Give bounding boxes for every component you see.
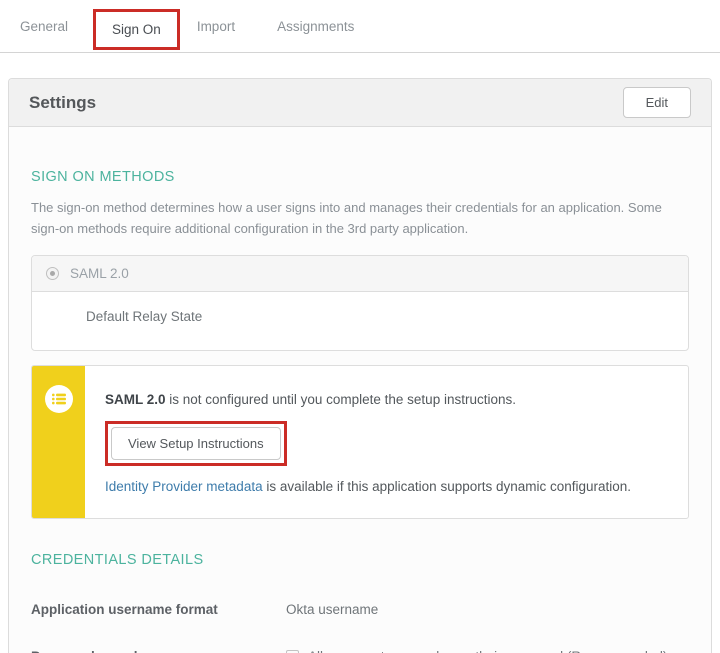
- password-reveal-row: Password reveal Allow users to securely …: [31, 649, 689, 653]
- page-title: Settings: [29, 92, 97, 112]
- saml-radio-label: SAML 2.0: [70, 266, 129, 281]
- view-setup-instructions-button[interactable]: View Setup Instructions: [111, 427, 281, 460]
- credentials-details-heading: CREDENTIALS DETAILS: [31, 552, 204, 568]
- identity-provider-metadata-link[interactable]: Identity Provider metadata: [105, 479, 263, 494]
- tab-sign-on[interactable]: Sign On: [93, 8, 180, 50]
- application-username-format-row: Application username format Okta usernam…: [31, 602, 689, 617]
- password-reveal-label: Password reveal: [31, 649, 286, 653]
- settings-panel-header: Settings Edit: [9, 79, 711, 127]
- saml-option-body: Default Relay State: [32, 292, 688, 350]
- settings-panel: Settings Edit SIGN ON METHODS The sign-o…: [8, 78, 712, 653]
- metadata-info-line: Identity Provider metadata is available …: [105, 479, 668, 494]
- tab-general[interactable]: General: [20, 19, 68, 34]
- setup-instructions-list-icon: [44, 385, 73, 413]
- application-username-format-value: Okta username: [286, 602, 379, 617]
- warning-yellow-strip: [32, 366, 85, 518]
- annotation-box-view-setup-instructions: View Setup Instructions: [105, 421, 287, 466]
- settings-panel-body: SIGN ON METHODS The sign-on method deter…: [9, 169, 711, 653]
- warning-message-text: is not configured until you complete the…: [165, 392, 516, 407]
- tab-import[interactable]: Import: [197, 19, 235, 34]
- warning-message: SAML 2.0 is not configured until you com…: [105, 392, 668, 407]
- saml-setup-warning-box: SAML 2.0 is not configured until you com…: [31, 365, 689, 519]
- tab-assignments[interactable]: Assignments: [277, 19, 354, 34]
- default-relay-state-label: Default Relay State: [86, 309, 203, 324]
- sign-on-methods-heading: SIGN ON METHODS: [31, 169, 175, 185]
- saml-option-box: SAML 2.0 Default Relay State: [31, 255, 689, 351]
- saml-option-header: SAML 2.0: [32, 256, 688, 292]
- app-tabs: General Sign On Import Assignments: [0, 0, 720, 53]
- edit-button[interactable]: Edit: [622, 87, 691, 118]
- metadata-info-suffix: is available if this application support…: [262, 479, 632, 494]
- saml-radio-button[interactable]: [46, 267, 59, 280]
- warning-message-bold: SAML 2.0: [105, 392, 166, 407]
- application-username-format-label: Application username format: [31, 602, 218, 617]
- warning-content: SAML 2.0 is not configured until you com…: [85, 366, 688, 518]
- sign-on-methods-description: The sign-on method determines how a user…: [31, 200, 662, 236]
- password-reveal-checkbox-label: Allow users to securely see their passwo…: [308, 649, 667, 653]
